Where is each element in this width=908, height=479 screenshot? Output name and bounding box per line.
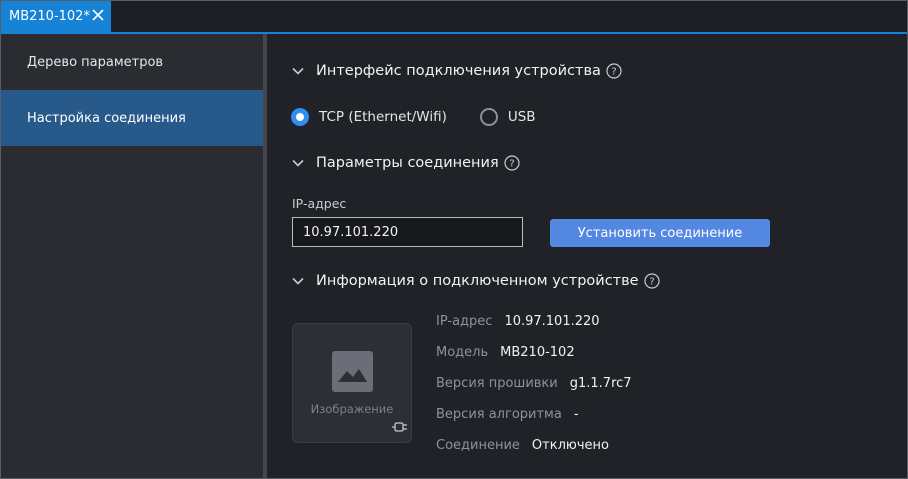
info-row-model: Модель MB210-102: [436, 343, 575, 361]
tab-bar: MB210-102*: [1, 1, 907, 34]
info-value: 10.97.101.220: [504, 313, 600, 329]
tab-title: MB210-102*: [9, 9, 90, 24]
svg-text:?: ?: [649, 277, 654, 288]
connect-button[interactable]: Установить соединение: [550, 219, 770, 247]
device-image-card: Изображение: [292, 323, 412, 443]
info-key: Версия алгоритма: [436, 406, 562, 422]
ip-label: IP-адрес: [292, 196, 347, 211]
radio-usb[interactable]: USB: [479, 108, 536, 126]
main-panel: Интерфейс подключения устройства ? TCP (…: [267, 34, 907, 478]
info-key: Соединение: [436, 437, 520, 453]
tab-mb210[interactable]: MB210-102*: [1, 1, 111, 32]
section-title: Информация о подключенном устройстве: [316, 273, 639, 289]
help-circle-icon[interactable]: ?: [606, 63, 622, 79]
svg-text:?: ?: [611, 67, 616, 78]
plug-icon: [392, 422, 407, 432]
close-icon[interactable]: [91, 8, 105, 22]
chevron-down-icon: [292, 67, 304, 75]
help-circle-icon[interactable]: ?: [643, 273, 660, 289]
sidebar-item-connection-settings[interactable]: Настройка соединения: [1, 90, 263, 146]
sidebar-item-label: Настройка соединения: [27, 110, 186, 126]
radio-checked-icon: [291, 108, 309, 126]
image-placeholder-icon: [332, 351, 373, 392]
info-value: Отключено: [531, 437, 609, 453]
sidebar: Дерево параметров Настройка соединения: [1, 34, 263, 478]
info-row-algorithm: Версия алгоритма -: [436, 405, 579, 423]
sidebar-item-parameter-tree[interactable]: Дерево параметров: [1, 34, 263, 90]
info-value: -: [573, 406, 579, 422]
section-interface-header[interactable]: Интерфейс подключения устройства ?: [291, 60, 622, 82]
radio-label: TCP (Ethernet/Wifi): [319, 109, 447, 125]
info-value: MB210-102: [500, 344, 575, 360]
info-row-connection: Соединение Отключено: [436, 436, 609, 454]
info-row-firmware: Версия прошивки g1.1.7rc7: [436, 374, 632, 392]
info-value: g1.1.7rc7: [569, 375, 632, 391]
chevron-down-icon: [292, 159, 304, 167]
section-info-header[interactable]: Информация о подключенном устройстве ?: [291, 270, 660, 292]
section-title: Параметры соединения: [316, 155, 499, 171]
interface-radio-group: TCP (Ethernet/Wifi) USB: [291, 106, 536, 128]
app-window: MB210-102* Дерево параметров Настройка с…: [0, 0, 908, 479]
sidebar-item-label: Дерево параметров: [27, 54, 164, 70]
section-params-header[interactable]: Параметры соединения ?: [291, 152, 520, 174]
radio-tcp[interactable]: TCP (Ethernet/Wifi): [291, 108, 447, 126]
info-row-ip: IP-адрес 10.97.101.220: [436, 312, 600, 330]
help-circle-icon[interactable]: ?: [504, 155, 520, 171]
svg-text:?: ?: [509, 159, 514, 170]
chevron-down-icon: [292, 277, 304, 285]
ip-address-input[interactable]: [292, 217, 523, 247]
radio-unchecked-icon: [479, 108, 498, 126]
info-key: Модель: [436, 344, 489, 360]
section-title: Интерфейс подключения устройства: [316, 63, 601, 79]
radio-label: USB: [507, 109, 536, 125]
image-caption: Изображение: [310, 402, 394, 416]
info-key: IP-адрес: [436, 313, 493, 329]
info-key: Версия прошивки: [436, 375, 558, 391]
